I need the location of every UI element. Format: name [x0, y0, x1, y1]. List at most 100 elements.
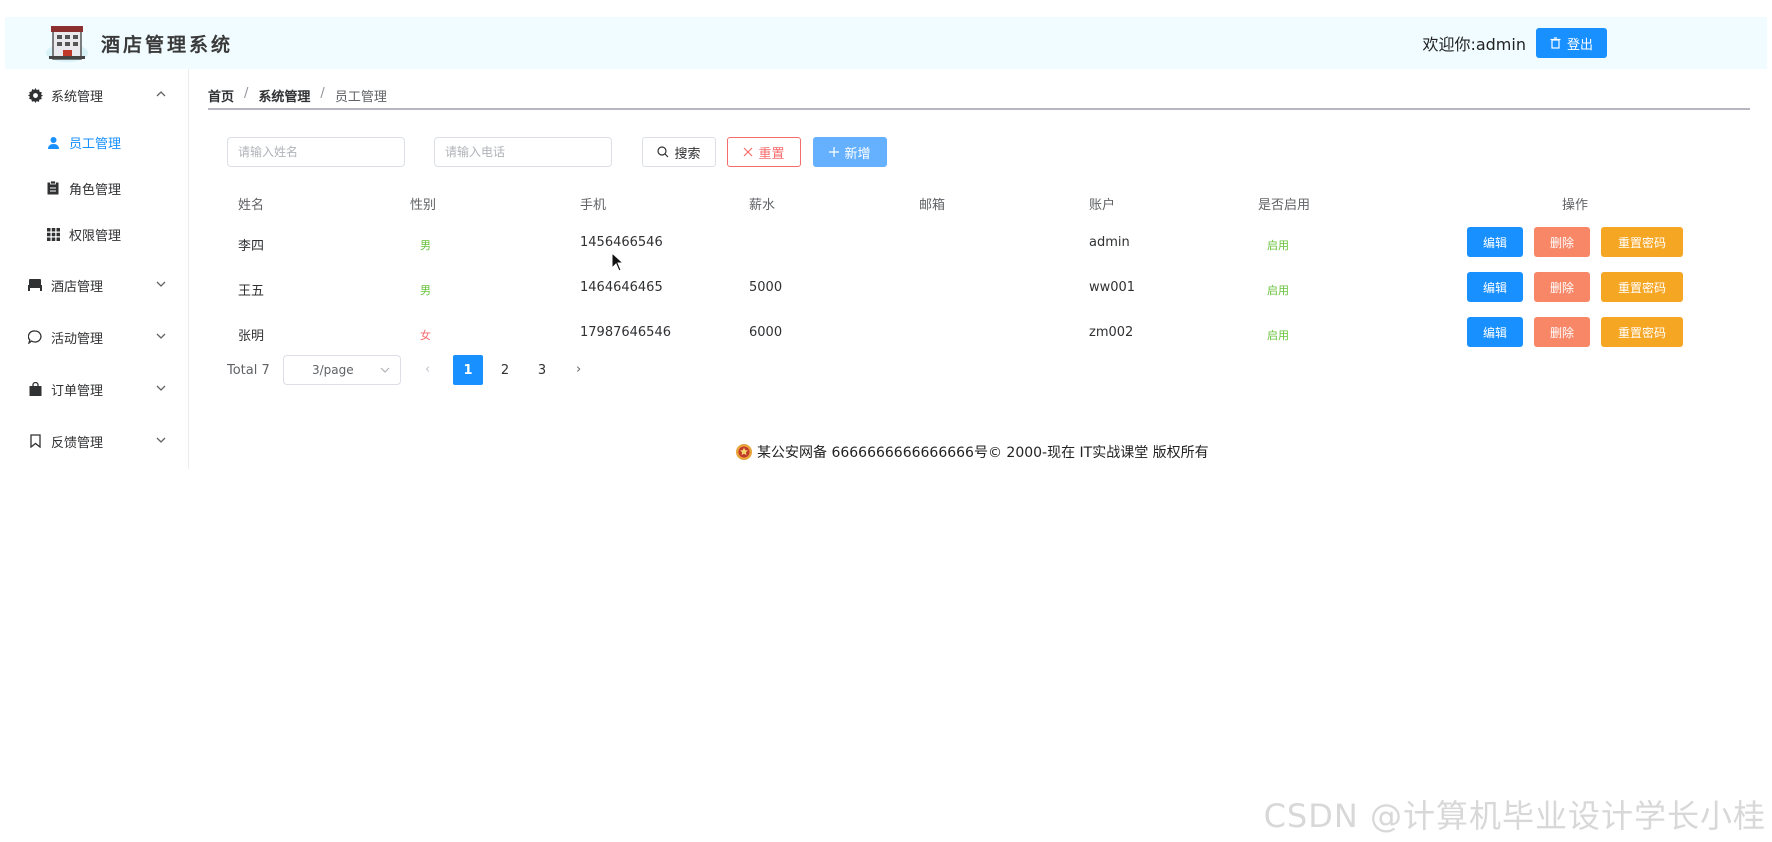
hotel-logo-icon [45, 23, 89, 63]
welcome-text: 欢迎你:admin [1422, 35, 1526, 54]
reset-password-button[interactable]: 重置密码 [1601, 227, 1683, 257]
page: 酒店管理系统 欢迎你:admin 登出 系统管理 员工管理 角色管理 权限管理 … [0, 0, 1772, 842]
page-size-value: 3/page [312, 363, 354, 377]
grid-icon [45, 226, 61, 242]
chevron-down-icon [156, 437, 166, 443]
cell-account: ww001 [1089, 280, 1136, 295]
add-button[interactable]: 新增 [813, 137, 887, 167]
sidebar-group-activity[interactable]: 活动管理 [5, 317, 189, 357]
page-size-select[interactable]: 3/page [283, 355, 401, 385]
chevron-up-icon [156, 91, 166, 97]
name-search-input[interactable] [227, 137, 405, 167]
search-label: 搜索 [674, 146, 701, 162]
header-right: 欢迎你:admin 登出 [1422, 28, 1607, 58]
bookmark-icon [27, 433, 43, 449]
column-header-status: 是否启用 [1258, 198, 1311, 213]
breadcrumb-current: 员工管理 [334, 90, 387, 105]
chevron-down-icon [156, 333, 166, 339]
cell-phone: 1464646465 [580, 280, 663, 295]
status-badge: 启用 [1267, 284, 1289, 297]
police-badge-icon [736, 444, 752, 460]
breadcrumb-home[interactable]: 首页 [208, 86, 234, 105]
cell-account: admin [1089, 235, 1130, 250]
cell-name: 王五 [238, 284, 265, 299]
bed-icon [27, 277, 43, 293]
edit-button[interactable]: 编辑 [1467, 227, 1523, 257]
sidebar-group-system[interactable]: 系统管理 [5, 75, 189, 115]
sidebar-item-permission[interactable]: 权限管理 [5, 214, 189, 254]
search-button[interactable]: 搜索 [642, 137, 716, 167]
chevron-down-icon [380, 367, 390, 373]
breadcrumb-separator: / [244, 86, 249, 101]
breadcrumb-system[interactable]: 系统管理 [258, 86, 310, 105]
trash-icon [1550, 37, 1561, 49]
sidebar-group-label: 反馈管理 [51, 435, 104, 451]
cell-phone: 17987646546 [580, 325, 671, 340]
cell-gender: 女 [420, 329, 431, 342]
user-icon [45, 134, 61, 150]
cell-gender: 男 [420, 284, 431, 297]
reset-button[interactable]: 重置 [727, 137, 801, 167]
sidebar-item-label: 角色管理 [69, 182, 122, 198]
top-header: 酒店管理系统 欢迎你:admin 登出 [5, 17, 1767, 69]
sidebar-item-employee[interactable]: 员工管理 [5, 122, 189, 162]
column-header-salary: 薪水 [749, 198, 776, 213]
breadcrumb-separator: / [320, 86, 325, 101]
plus-icon [829, 147, 840, 157]
sidebar-group-label: 活动管理 [51, 331, 104, 347]
delete-button[interactable]: 删除 [1534, 317, 1590, 347]
pagination-total: Total 7 [227, 363, 270, 378]
prev-page-button[interactable]: ‹ [425, 362, 430, 377]
page-3-button[interactable]: 3 [527, 355, 557, 385]
sidebar-group-label: 订单管理 [51, 383, 104, 399]
logout-button[interactable]: 登出 [1535, 28, 1607, 58]
delete-button[interactable]: 删除 [1534, 227, 1590, 257]
logout-label: 登出 [1566, 37, 1593, 53]
breadcrumb: 首页 / 系统管理 / 员工管理 [208, 86, 1750, 110]
cell-gender: 男 [420, 239, 431, 252]
reset-password-button[interactable]: 重置密码 [1601, 272, 1683, 302]
page-1-button[interactable]: 1 [453, 355, 483, 385]
footer: 某公安网备 6666666666666666号© 2000-现在 IT实战课堂 … [735, 440, 1209, 464]
status-badge: 启用 [1267, 329, 1289, 342]
sidebar-group-order[interactable]: 订单管理 [5, 369, 189, 409]
delete-button[interactable]: 删除 [1534, 272, 1590, 302]
reset-label: 重置 [758, 146, 785, 162]
pagination: Total 7 3/page ‹ 1 2 3 › [227, 355, 827, 387]
shopping-bag-icon [27, 381, 43, 397]
chevron-down-icon [156, 385, 166, 391]
next-page-button[interactable]: › [576, 362, 581, 377]
phone-search-input[interactable] [434, 137, 612, 167]
column-header-actions: 操作 [1562, 198, 1589, 213]
close-icon [744, 147, 753, 157]
sidebar-item-label: 员工管理 [69, 136, 122, 152]
column-header-gender: 性别 [410, 198, 437, 213]
clipboard-icon [45, 180, 61, 196]
brand: 酒店管理系统 [45, 23, 233, 63]
reset-password-button[interactable]: 重置密码 [1601, 317, 1683, 347]
cell-salary: 5000 [749, 280, 783, 295]
sidebar-item-label: 权限管理 [69, 228, 122, 244]
sidebar-group-feedback[interactable]: 反馈管理 [5, 421, 189, 461]
edit-button[interactable]: 编辑 [1467, 272, 1523, 302]
gear-icon [27, 87, 43, 103]
edit-button[interactable]: 编辑 [1467, 317, 1523, 347]
app-title: 酒店管理系统 [101, 33, 234, 56]
cell-salary: 6000 [749, 325, 783, 340]
sidebar-item-role[interactable]: 角色管理 [5, 168, 189, 208]
column-header-name: 姓名 [238, 198, 265, 213]
sidebar-group-hotel[interactable]: 酒店管理 [5, 265, 189, 305]
add-label: 新增 [844, 146, 871, 162]
column-header-phone: 手机 [580, 198, 607, 213]
chat-bubble-icon [27, 329, 43, 345]
footer-text: 某公安网备 6666666666666666号© 2000-现在 IT实战课堂 … [757, 445, 1209, 461]
search-icon [657, 146, 669, 158]
cell-account: zm002 [1089, 325, 1134, 340]
mouse-cursor-icon [611, 252, 625, 272]
page-2-button[interactable]: 2 [490, 355, 520, 385]
sidebar: 系统管理 员工管理 角色管理 权限管理 酒店管理 活动管理 订单管理 反馈管理 [5, 69, 189, 469]
cell-name: 李四 [238, 239, 265, 254]
cell-phone: 1456466546 [580, 235, 663, 250]
status-badge: 启用 [1267, 239, 1289, 252]
sidebar-group-label: 酒店管理 [51, 279, 104, 295]
